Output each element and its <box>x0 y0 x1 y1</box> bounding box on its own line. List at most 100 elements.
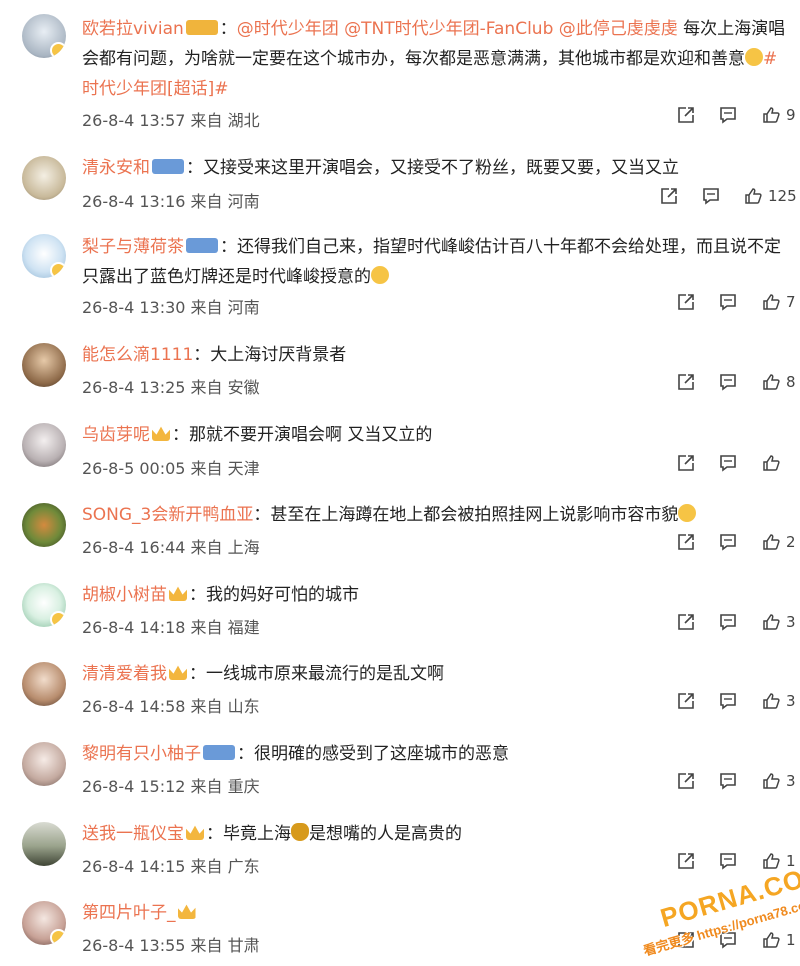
username-link[interactable]: 清永安和 <box>82 158 150 178</box>
share-button[interactable] <box>677 373 695 395</box>
emoji-icon <box>371 266 389 284</box>
avatar[interactable] <box>22 901 66 945</box>
verified-badge-icon <box>50 262 66 278</box>
like-button[interactable]: 3 <box>762 613 796 635</box>
comment-actions: 9 <box>677 106 800 128</box>
comment-actions: 3 <box>677 613 800 635</box>
share-button[interactable] <box>677 293 695 315</box>
share-button[interactable] <box>677 454 695 476</box>
like-button[interactable]: 3 <box>762 692 796 714</box>
username-link[interactable]: 乌齿芽呢 <box>82 425 150 445</box>
avatar[interactable] <box>22 822 66 866</box>
comment-text: 毕竟上海 <box>223 824 291 844</box>
username-link[interactable]: 送我一瓶仪宝 <box>82 824 184 844</box>
comment-item: 能怎么滴1111：大上海讨厌背景者 26-8-4 13:25 来自 安徽 8 <box>0 337 800 407</box>
share-icon <box>677 852 695 870</box>
crown-badge-icon <box>186 825 204 840</box>
username-link[interactable]: 欧若拉vivian <box>82 19 184 39</box>
comment-body: SONG_3会新开鸭血亚：甚至在上海蹲在地上都会被拍照挂网上说影响市容市貌 <box>82 500 792 530</box>
share-button[interactable] <box>677 931 695 953</box>
like-button[interactable]: 125 <box>744 187 797 209</box>
share-icon <box>677 533 695 551</box>
comment-button[interactable] <box>719 613 737 635</box>
like-icon <box>762 454 780 472</box>
comment-button[interactable] <box>719 931 737 953</box>
like-button[interactable]: 7 <box>762 293 796 315</box>
share-icon <box>677 106 695 124</box>
avatar[interactable] <box>22 234 66 278</box>
like-count: 125 <box>768 187 797 205</box>
comment-button[interactable] <box>719 373 737 395</box>
comment-actions: 3 <box>677 772 800 794</box>
like-button[interactable]: 1 <box>762 931 796 953</box>
like-button[interactable] <box>762 454 786 476</box>
username-link[interactable]: SONG_3会新开鸭血亚 <box>82 505 253 525</box>
like-button[interactable]: 1 <box>762 852 796 874</box>
comment-actions: 7 <box>677 293 800 315</box>
like-icon <box>762 293 780 311</box>
avatar[interactable] <box>22 742 66 786</box>
share-button[interactable] <box>677 692 695 714</box>
comment-actions: 2 <box>677 533 800 555</box>
username-link[interactable]: 胡椒小树苗 <box>82 585 167 605</box>
comment-icon <box>719 931 737 949</box>
comment-item: 送我一瓶仪宝 ：毕竟上海 是想嘴的人是高贵的 26-8-4 14:15 来自 广东 … <box>0 816 800 886</box>
comment-button[interactable] <box>719 454 737 476</box>
comment-icon <box>719 106 737 124</box>
avatar[interactable] <box>22 503 66 547</box>
username-link[interactable]: 第四片叶子_ <box>82 903 176 923</box>
comment-text: ：大上海讨厌背景者 <box>193 345 347 365</box>
share-button[interactable] <box>677 772 695 794</box>
blue-badge-icon <box>203 744 235 760</box>
comment-meta: 26-8-4 14:18 来自 福建 <box>82 618 260 637</box>
username-link[interactable]: 清清爱着我 <box>82 664 167 684</box>
comment-button[interactable] <box>719 772 737 794</box>
comment-button[interactable] <box>719 533 737 555</box>
like-count: 1 <box>786 931 796 949</box>
like-button[interactable]: 9 <box>762 106 796 128</box>
comment-meta: 26-8-4 13:57 来自 湖北 <box>82 111 260 130</box>
username-link[interactable]: 梨子与薄荷茶 <box>82 237 184 257</box>
comment-icon <box>719 373 737 391</box>
avatar[interactable] <box>22 343 66 387</box>
comment-actions <box>677 454 800 476</box>
mention-links[interactable]: @时代少年团 @TNT时代少年团-FanClub @此停己虔虔虔 <box>237 19 678 39</box>
comment-text: ：甚至在上海蹲在地上都会被拍照挂网上说影响市容市貌 <box>253 505 679 525</box>
comment-button[interactable] <box>719 106 737 128</box>
avatar[interactable] <box>22 156 66 200</box>
comment-icon <box>719 852 737 870</box>
avatar[interactable] <box>22 583 66 627</box>
comment-button[interactable] <box>719 692 737 714</box>
blue-badge-icon <box>152 158 184 174</box>
avatar[interactable] <box>22 423 66 467</box>
avatar[interactable] <box>22 662 66 706</box>
like-button[interactable]: 2 <box>762 533 796 555</box>
comment-text: ：又接受来这里开演唱会，又接受不了粉丝，既要又要，又当又立 <box>186 158 679 178</box>
like-button[interactable]: 8 <box>762 373 796 395</box>
avatar[interactable] <box>22 14 66 58</box>
comment-meta: 26-8-4 16:44 来自 上海 <box>82 538 260 557</box>
like-button[interactable]: 3 <box>762 772 796 794</box>
comment-button[interactable] <box>702 187 720 209</box>
comment-icon <box>719 454 737 472</box>
like-icon <box>744 187 762 205</box>
share-button[interactable] <box>677 106 695 128</box>
comment-meta: 26-8-5 00:05 来自 天津 <box>82 459 260 478</box>
comment-meta: 26-8-4 13:55 来自 甘肃 <box>82 936 260 955</box>
comment-icon <box>719 772 737 790</box>
comment-button[interactable] <box>719 293 737 315</box>
share-button[interactable] <box>677 852 695 874</box>
username-link[interactable]: 黎明有只小柚子 <box>82 744 201 764</box>
comment-body: 送我一瓶仪宝 ：毕竟上海 是想嘴的人是高贵的 <box>82 819 792 849</box>
like-count: 9 <box>786 106 796 124</box>
share-button[interactable] <box>677 613 695 635</box>
verified-badge-icon <box>50 42 66 58</box>
share-button[interactable] <box>677 533 695 555</box>
like-count: 8 <box>786 373 796 391</box>
comment-item: 清永安和 ：又接受来这里开演唱会，又接受不了粉丝，既要又要，又当又立 26-8-4… <box>0 150 800 220</box>
share-button[interactable] <box>660 187 678 209</box>
comment-button[interactable] <box>719 852 737 874</box>
comment-item: 梨子与薄荷茶 ：还得我们自己来，指望时代峰峻估计百八十年都不会给处理，而且说不定只… <box>0 228 800 323</box>
comment-item: SONG_3会新开鸭血亚：甚至在上海蹲在地上都会被拍照挂网上说影响市容市貌 26… <box>0 497 800 567</box>
username-link[interactable]: 能怎么滴1111 <box>82 345 193 365</box>
